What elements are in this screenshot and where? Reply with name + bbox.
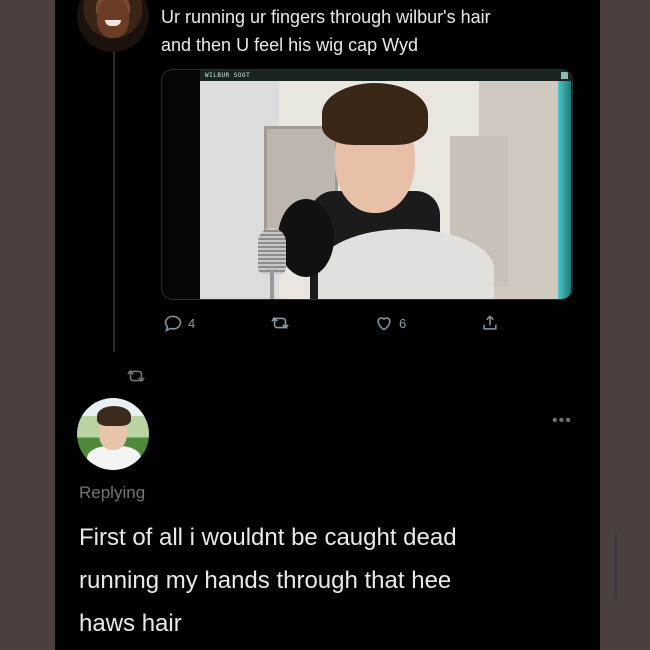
video-frame-image: [200, 81, 558, 299]
reply-action[interactable]: 4: [163, 311, 195, 335]
original-tweet-line-2: and then U feel his wig cap Wyd: [161, 35, 418, 55]
thread-connector-line: [113, 50, 115, 352]
reply-tweet-text: First of all i wouldnt be caught dead ru…: [79, 516, 549, 645]
scrollbar[interactable]: [614, 533, 617, 599]
reply-author-avatar[interactable]: [77, 398, 149, 470]
reply-tweet-line-2: running my hands through that hee: [79, 567, 452, 594]
retweet-icon: [125, 366, 147, 391]
avatar-hair: [97, 406, 131, 426]
share-action[interactable]: [480, 311, 500, 335]
reply-tweet-line-1: First of all i wouldnt be caught dead: [79, 524, 457, 551]
video-window-titlebar: WILBUR SOOT: [200, 70, 571, 81]
pop-filter: [278, 199, 334, 277]
retweet-action[interactable]: [269, 311, 291, 335]
original-author-avatar[interactable]: [77, 0, 149, 52]
avatar-face: [97, 0, 129, 38]
microphone-stand: [270, 271, 274, 299]
original-tweet-text: Ur running ur fingers through wilbur's h…: [161, 3, 581, 59]
share-icon[interactable]: [480, 313, 500, 333]
more-options-icon[interactable]: •••: [552, 412, 572, 430]
twitter-thread-screen: Ur running ur fingers through wilbur's h…: [55, 0, 600, 650]
tweet-media-card[interactable]: WILBUR SOOT: [161, 69, 573, 300]
original-tweet-line-1: Ur running ur fingers through wilbur's h…: [161, 7, 491, 27]
person-hair: [322, 83, 428, 145]
reply-tweet-line-3: haws hair: [79, 610, 182, 637]
like-action[interactable]: 6: [374, 311, 406, 335]
microphone-icon: [258, 228, 286, 274]
video-window-title: WILBUR SOOT: [205, 72, 251, 79]
person-shirt: [318, 229, 494, 299]
replying-label: Replying: [79, 483, 146, 502]
retweet-icon[interactable]: [269, 313, 291, 333]
reply-count: 4: [188, 315, 196, 331]
like-count: 6: [399, 315, 407, 331]
window-close-icon[interactable]: [561, 72, 568, 79]
video-screenshot-window[interactable]: WILBUR SOOT: [200, 70, 571, 299]
reply-icon[interactable]: [163, 313, 183, 333]
heart-icon[interactable]: [374, 313, 394, 333]
video-window-edge: [558, 81, 571, 299]
